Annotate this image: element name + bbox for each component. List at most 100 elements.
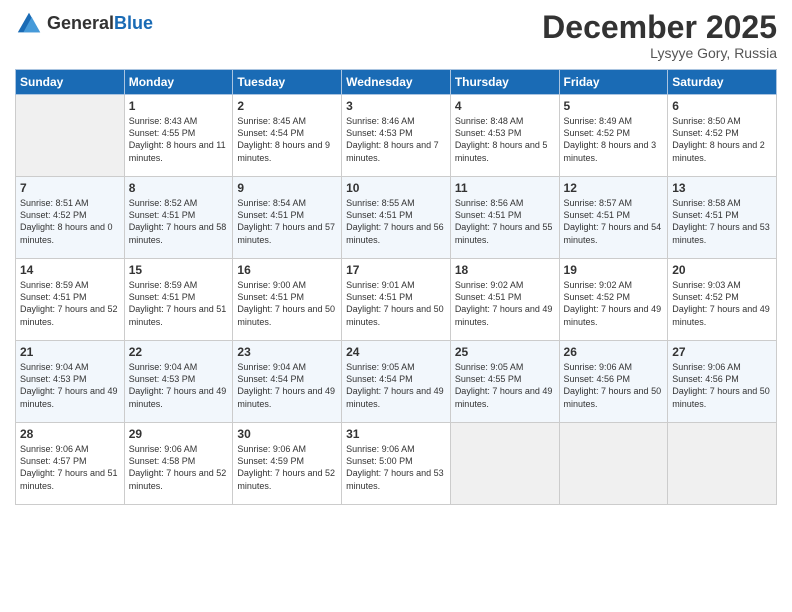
day-info: Sunrise: 8:55 AMSunset: 4:51 PMDaylight:… [346, 197, 446, 246]
day-info: Sunrise: 9:00 AMSunset: 4:51 PMDaylight:… [237, 279, 337, 328]
day-info: Sunrise: 9:02 AMSunset: 4:51 PMDaylight:… [455, 279, 555, 328]
day-number: 9 [237, 181, 337, 195]
day-number: 11 [455, 181, 555, 195]
day-info: Sunrise: 8:50 AMSunset: 4:52 PMDaylight:… [672, 115, 772, 164]
day-info: Sunrise: 9:04 AMSunset: 4:54 PMDaylight:… [237, 361, 337, 410]
week-row-0: 1Sunrise: 8:43 AMSunset: 4:55 PMDaylight… [16, 95, 777, 177]
day-number: 26 [564, 345, 664, 359]
day-cell: 29Sunrise: 9:06 AMSunset: 4:58 PMDayligh… [124, 423, 233, 505]
day-number: 24 [346, 345, 446, 359]
calendar-table: SundayMondayTuesdayWednesdayThursdayFrid… [15, 69, 777, 505]
day-info: Sunrise: 8:49 AMSunset: 4:52 PMDaylight:… [564, 115, 664, 164]
day-info: Sunrise: 9:04 AMSunset: 4:53 PMDaylight:… [20, 361, 120, 410]
day-number: 16 [237, 263, 337, 277]
day-number: 21 [20, 345, 120, 359]
col-header-sunday: Sunday [16, 70, 125, 95]
day-info: Sunrise: 8:56 AMSunset: 4:51 PMDaylight:… [455, 197, 555, 246]
day-cell: 19Sunrise: 9:02 AMSunset: 4:52 PMDayligh… [559, 259, 668, 341]
day-number: 15 [129, 263, 229, 277]
day-info: Sunrise: 8:45 AMSunset: 4:54 PMDaylight:… [237, 115, 337, 164]
header-row: SundayMondayTuesdayWednesdayThursdayFrid… [16, 70, 777, 95]
day-number: 13 [672, 181, 772, 195]
day-info: Sunrise: 9:05 AMSunset: 4:54 PMDaylight:… [346, 361, 446, 410]
col-header-thursday: Thursday [450, 70, 559, 95]
day-cell [450, 423, 559, 505]
day-number: 6 [672, 99, 772, 113]
day-cell: 6 Sunrise: 8:50 AMSunset: 4:52 PMDaylight… [668, 95, 777, 177]
day-cell: 4 Sunrise: 8:48 AMSunset: 4:53 PMDaylight… [450, 95, 559, 177]
day-info: Sunrise: 8:58 AMSunset: 4:51 PMDaylight:… [672, 197, 772, 246]
day-number: 5 [564, 99, 664, 113]
col-header-tuesday: Tuesday [233, 70, 342, 95]
day-cell: 25 Sunrise: 9:05 AMSunset: 4:55 PMDayligh… [450, 341, 559, 423]
day-number: 2 [237, 99, 337, 113]
day-cell: 3 Sunrise: 8:46 AMSunset: 4:53 PMDaylight… [342, 95, 451, 177]
day-cell: 27 Sunrise: 9:06 AMSunset: 4:56 PMDayligh… [668, 341, 777, 423]
logo-icon [15, 10, 43, 38]
day-cell: 10 Sunrise: 8:55 AMSunset: 4:51 PMDayligh… [342, 177, 451, 259]
month-title: December 2025 [542, 10, 777, 45]
day-cell: 7 Sunrise: 8:51 AMSunset: 4:52 PMDaylight… [16, 177, 125, 259]
day-info: Sunrise: 8:46 AMSunset: 4:53 PMDaylight:… [346, 115, 446, 164]
day-info: Sunrise: 9:05 AMSunset: 4:55 PMDaylight:… [455, 361, 555, 410]
day-cell: 24 Sunrise: 9:05 AMSunset: 4:54 PMDayligh… [342, 341, 451, 423]
day-cell: 20 Sunrise: 9:03 AMSunset: 4:52 PMDayligh… [668, 259, 777, 341]
day-cell: 2 Sunrise: 8:45 AMSunset: 4:54 PMDaylight… [233, 95, 342, 177]
day-cell: 18 Sunrise: 9:02 AMSunset: 4:51 PMDayligh… [450, 259, 559, 341]
day-number: 3 [346, 99, 446, 113]
logo-name: GeneralBlue [47, 14, 153, 34]
col-header-wednesday: Wednesday [342, 70, 451, 95]
col-header-friday: Friday [559, 70, 668, 95]
day-number: 30 [237, 427, 337, 441]
day-number: 20 [672, 263, 772, 277]
day-info: Sunrise: 8:59 AMSunset: 4:51 PMDaylight:… [129, 279, 229, 328]
day-info: Sunrise: 9:03 AMSunset: 4:52 PMDaylight:… [672, 279, 772, 328]
day-cell: 17 Sunrise: 9:01 AMSunset: 4:51 PMDayligh… [342, 259, 451, 341]
day-cell [559, 423, 668, 505]
day-info: Sunrise: 9:06 AMSunset: 4:56 PMDaylight:… [564, 361, 664, 410]
day-cell: 30 Sunrise: 9:06 AMSunset: 4:59 PMDayligh… [233, 423, 342, 505]
day-number: 12 [564, 181, 664, 195]
day-cell: 23 Sunrise: 9:04 AMSunset: 4:54 PMDayligh… [233, 341, 342, 423]
day-info: Sunrise: 9:04 AMSunset: 4:53 PMDaylight:… [129, 361, 229, 410]
day-info: Sunrise: 8:59 AMSunset: 4:51 PMDaylight:… [20, 279, 120, 328]
day-info: Sunrise: 8:52 AMSunset: 4:51 PMDaylight:… [129, 197, 229, 246]
day-number: 10 [346, 181, 446, 195]
day-cell: 5 Sunrise: 8:49 AMSunset: 4:52 PMDaylight… [559, 95, 668, 177]
day-cell: 11 Sunrise: 8:56 AMSunset: 4:51 PMDayligh… [450, 177, 559, 259]
day-number: 4 [455, 99, 555, 113]
day-cell: 22 Sunrise: 9:04 AMSunset: 4:53 PMDayligh… [124, 341, 233, 423]
day-number: 25 [455, 345, 555, 359]
day-info: Sunrise: 8:51 AMSunset: 4:52 PMDaylight:… [20, 197, 120, 246]
day-cell: 8 Sunrise: 8:52 AMSunset: 4:51 PMDaylight… [124, 177, 233, 259]
day-cell: 13 Sunrise: 8:58 AMSunset: 4:51 PMDayligh… [668, 177, 777, 259]
day-cell: 14Sunrise: 8:59 AMSunset: 4:51 PMDayligh… [16, 259, 125, 341]
day-number: 23 [237, 345, 337, 359]
day-info: Sunrise: 9:06 AMSunset: 5:00 PMDaylight:… [346, 443, 446, 492]
day-info: Sunrise: 8:57 AMSunset: 4:51 PMDaylight:… [564, 197, 664, 246]
day-info: Sunrise: 9:01 AMSunset: 4:51 PMDaylight:… [346, 279, 446, 328]
title-block: December 2025 Lysyye Gory, Russia [542, 10, 777, 61]
day-cell: 12 Sunrise: 8:57 AMSunset: 4:51 PMDayligh… [559, 177, 668, 259]
day-info: Sunrise: 9:06 AMSunset: 4:56 PMDaylight:… [672, 361, 772, 410]
day-info: Sunrise: 9:06 AMSunset: 4:57 PMDaylight:… [20, 443, 120, 492]
day-number: 31 [346, 427, 446, 441]
week-row-3: 21 Sunrise: 9:04 AMSunset: 4:53 PMDayligh… [16, 341, 777, 423]
day-cell: 26 Sunrise: 9:06 AMSunset: 4:56 PMDayligh… [559, 341, 668, 423]
day-info: Sunrise: 9:06 AMSunset: 4:59 PMDaylight:… [237, 443, 337, 492]
day-number: 29 [129, 427, 229, 441]
day-number: 7 [20, 181, 120, 195]
day-number: 22 [129, 345, 229, 359]
day-cell: 15 Sunrise: 8:59 AMSunset: 4:51 PMDayligh… [124, 259, 233, 341]
day-number: 27 [672, 345, 772, 359]
col-header-monday: Monday [124, 70, 233, 95]
day-number: 18 [455, 263, 555, 277]
day-cell: 28 Sunrise: 9:06 AMSunset: 4:57 PMDayligh… [16, 423, 125, 505]
day-number: 8 [129, 181, 229, 195]
day-number: 17 [346, 263, 446, 277]
logo: GeneralBlue [15, 10, 153, 38]
day-info: Sunrise: 8:48 AMSunset: 4:53 PMDaylight:… [455, 115, 555, 164]
week-row-2: 14Sunrise: 8:59 AMSunset: 4:51 PMDayligh… [16, 259, 777, 341]
day-number: 28 [20, 427, 120, 441]
week-row-1: 7 Sunrise: 8:51 AMSunset: 4:52 PMDaylight… [16, 177, 777, 259]
